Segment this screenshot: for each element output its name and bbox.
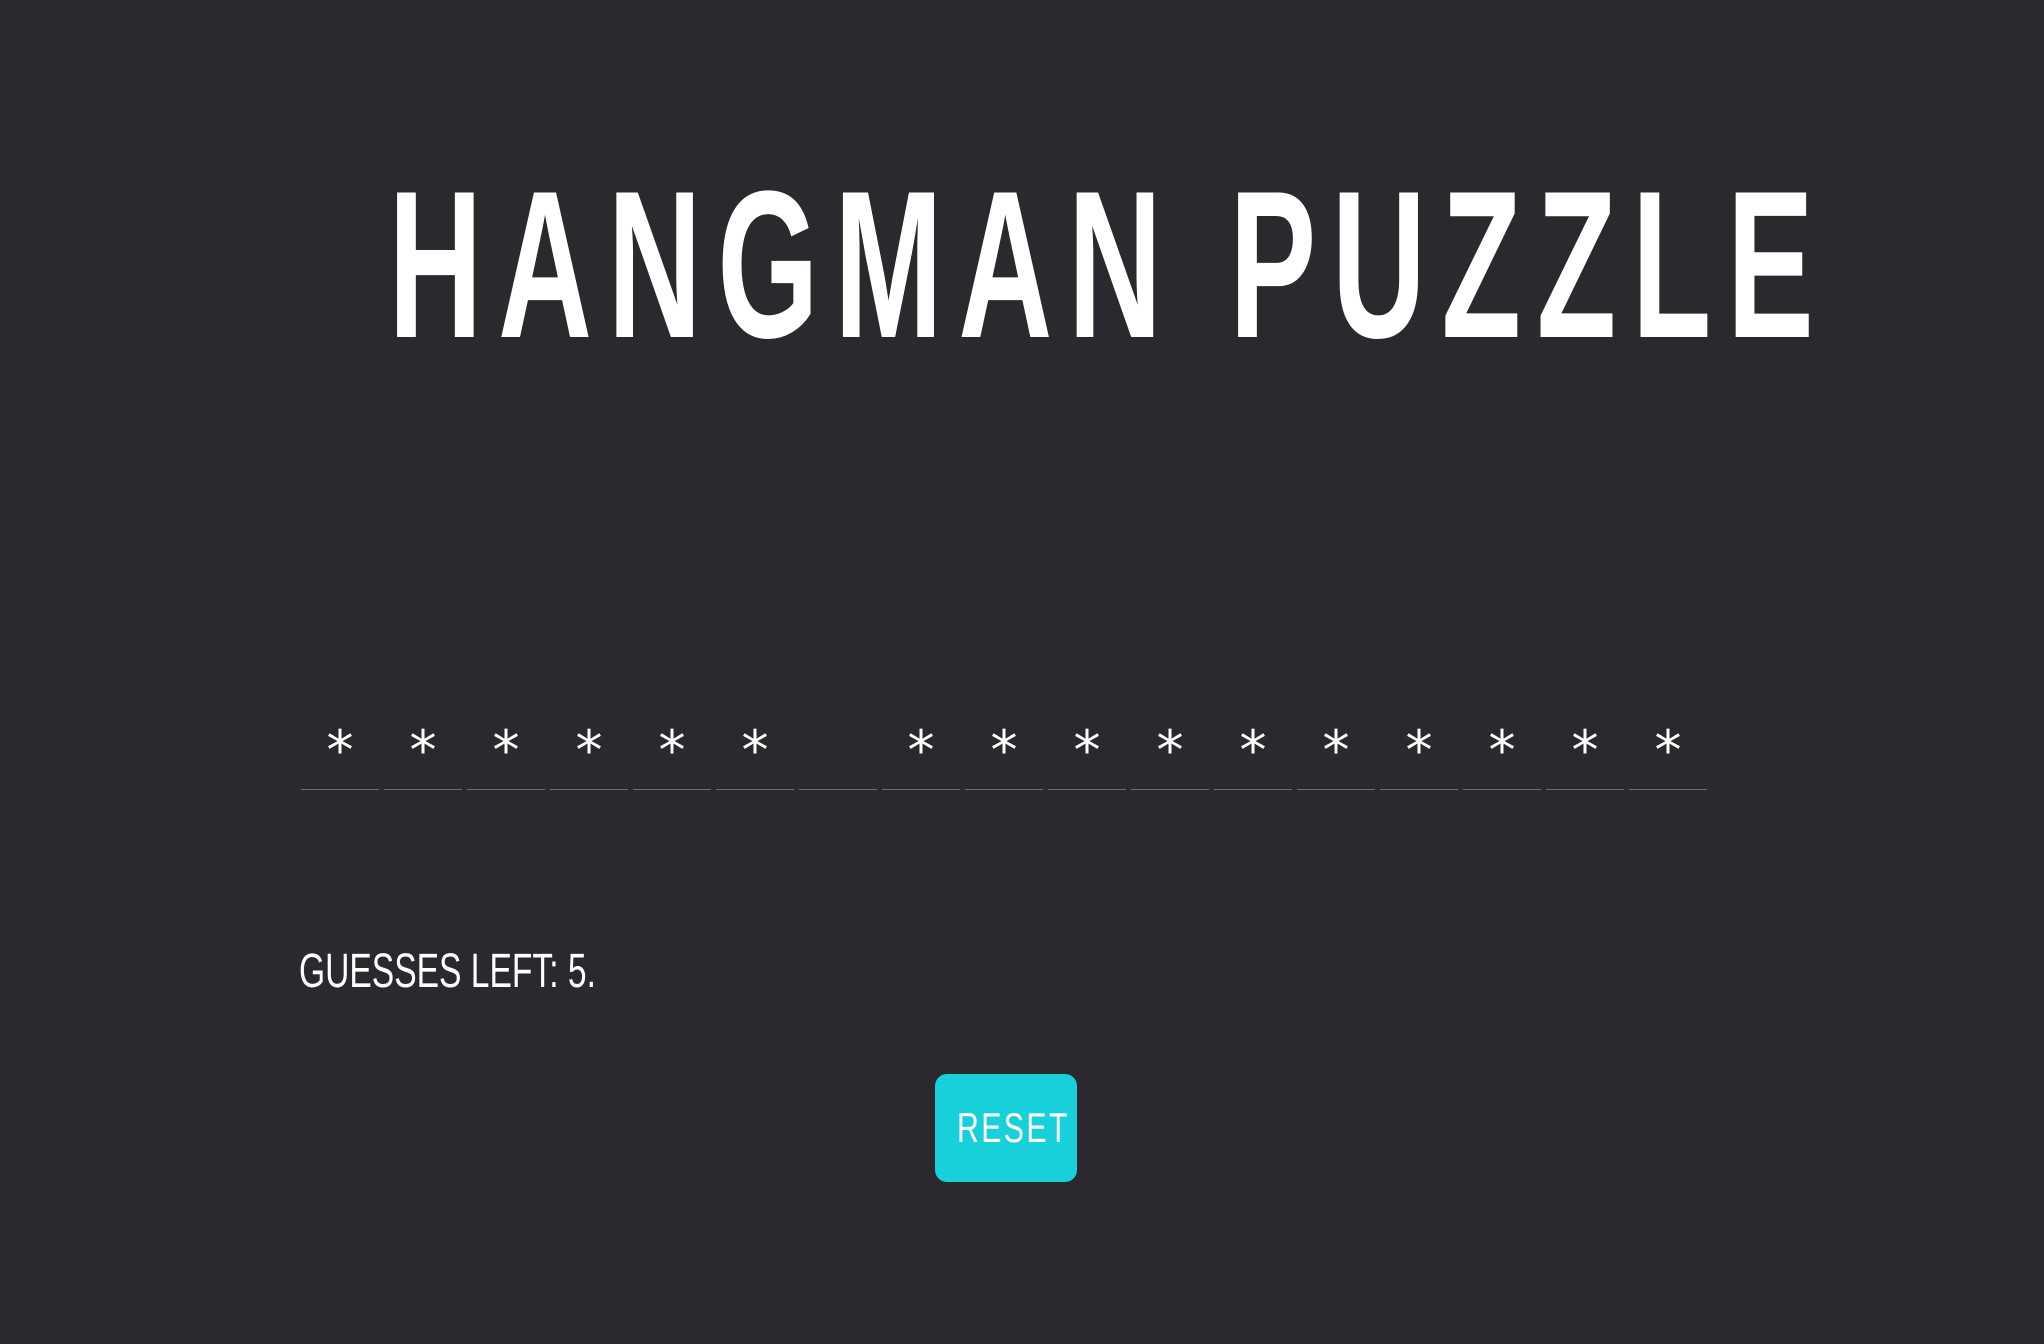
- puzzle-cell: *: [1214, 708, 1292, 790]
- puzzle-display: * * * * * * * * * * * * * * * *: [301, 708, 1707, 790]
- puzzle-cell: *: [716, 708, 794, 790]
- puzzle-cell: *: [550, 708, 628, 790]
- puzzle-cell: *: [1463, 708, 1541, 790]
- puzzle-cell: *: [1131, 708, 1209, 790]
- puzzle-cell: *: [467, 708, 545, 790]
- puzzle-cell: *: [965, 708, 1043, 790]
- puzzle-cell: *: [301, 708, 379, 790]
- reset-button[interactable]: Reset: [935, 1074, 1077, 1182]
- puzzle-cell: *: [1297, 708, 1375, 790]
- reset-button-label: Reset: [956, 1104, 1070, 1151]
- puzzle-cell: *: [1629, 708, 1707, 790]
- guesses-left-text: Guesses left: 5.: [299, 945, 596, 998]
- puzzle-cell-space: [799, 708, 877, 790]
- puzzle-cell: *: [882, 708, 960, 790]
- puzzle-cell: *: [1048, 708, 1126, 790]
- puzzle-cell: *: [1546, 708, 1624, 790]
- puzzle-cell: *: [1380, 708, 1458, 790]
- page-title: Hangman Puzzle: [388, 147, 1830, 382]
- puzzle-cell: *: [384, 708, 462, 790]
- puzzle-cell: *: [633, 708, 711, 790]
